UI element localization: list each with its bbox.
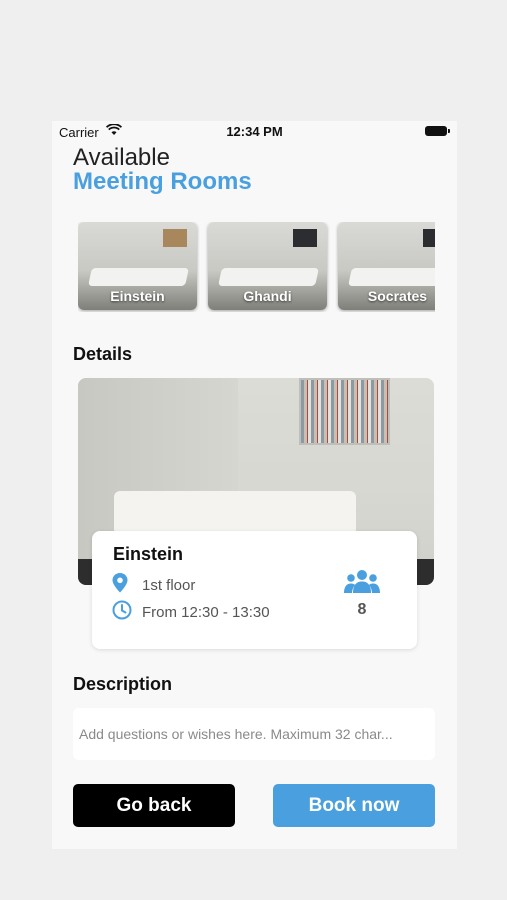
battery-icon <box>425 126 450 136</box>
room-card-einstein[interactable]: Einstein <box>78 222 197 310</box>
room-table-image <box>218 268 319 286</box>
room-details-card: Einstein 1st floor From 12:30 - 13:30 8 <box>92 531 417 649</box>
time-row: From 12:30 - 13:30 <box>112 600 270 624</box>
room-card-ghandi[interactable]: Ghandi <box>208 222 327 310</box>
description-input[interactable] <box>73 708 435 760</box>
room-card-label: Ghandi <box>243 288 292 304</box>
room-screen-image <box>423 229 435 247</box>
room-card-label: Socrates <box>367 288 428 304</box>
capacity-count: 8 <box>357 601 367 618</box>
page-title-line2: Meeting Rooms <box>73 168 252 195</box>
room-carousel[interactable]: Einstein Ghandi Socrates <box>78 222 435 312</box>
room-table <box>114 491 356 535</box>
room-card-label: Einstein <box>110 288 165 304</box>
capacity-indicator: 8 <box>344 569 380 619</box>
app-screen: Carrier 12:34 PM Available Meeting Rooms… <box>52 121 457 849</box>
description-heading: Description <box>73 674 173 694</box>
room-table-image <box>348 268 435 286</box>
book-now-button[interactable]: Book now <box>273 784 435 827</box>
room-table-image <box>88 268 189 286</box>
time-label: From 12:30 - 13:30 <box>142 603 270 621</box>
room-card-socrates[interactable]: Socrates <box>338 222 435 310</box>
clock-icon <box>112 600 132 624</box>
room-artwork-image <box>163 229 187 247</box>
room-screen-image <box>293 229 317 247</box>
wall-artwork <box>299 378 390 445</box>
location-pin-icon <box>112 573 132 597</box>
room-name: Einstein <box>113 544 184 564</box>
details-heading: Details <box>73 344 133 364</box>
status-time: 12:34 PM <box>226 124 283 139</box>
people-group-icon <box>344 570 380 593</box>
status-bar: Carrier 12:34 PM <box>52 121 457 141</box>
go-back-button[interactable]: Go back <box>73 784 235 827</box>
floor-row: 1st floor <box>112 573 195 597</box>
floor-label: 1st floor <box>142 576 196 594</box>
